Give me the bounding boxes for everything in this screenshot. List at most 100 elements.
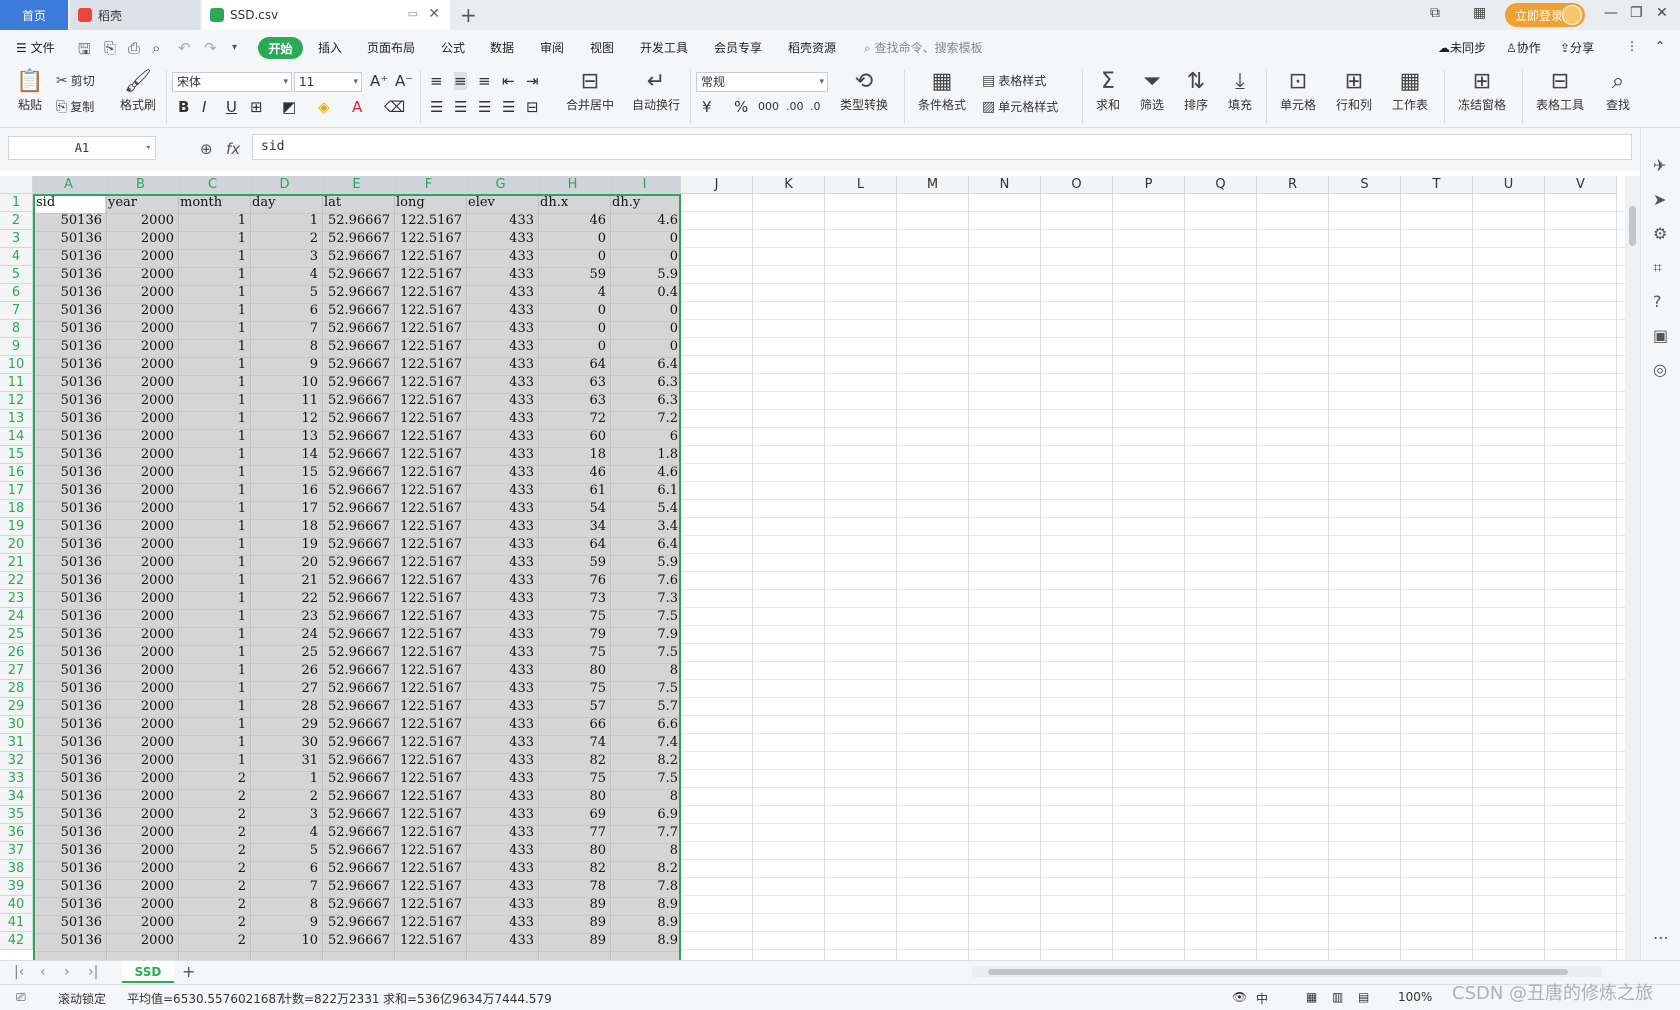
- data-cell[interactable]: 122.5167: [393, 842, 465, 860]
- more-icon[interactable]: ⋮: [1626, 39, 1638, 53]
- data-cell[interactable]: 50136: [33, 788, 105, 806]
- data-cell[interactable]: 52.96667: [321, 788, 393, 806]
- data-cell[interactable]: 122.5167: [393, 752, 465, 770]
- data-cell[interactable]: 2: [249, 788, 321, 806]
- crop-icon[interactable]: ⌗: [1653, 258, 1662, 278]
- data-cell[interactable]: 433: [465, 914, 537, 932]
- data-cell[interactable]: 6.3: [609, 374, 681, 392]
- indent-decrease-icon[interactable]: ⇤: [502, 72, 515, 90]
- hscroll-thumb[interactable]: [988, 969, 1568, 975]
- data-cell[interactable]: 8: [249, 896, 321, 914]
- menu-data[interactable]: 数据: [490, 39, 514, 56]
- row-header[interactable]: 24: [0, 608, 33, 626]
- data-cell[interactable]: 1: [177, 464, 249, 482]
- data-cell[interactable]: 30: [249, 734, 321, 752]
- data-cell[interactable]: 2000: [105, 914, 177, 932]
- data-cell[interactable]: 66: [537, 716, 609, 734]
- data-cell[interactable]: 18: [537, 446, 609, 464]
- data-cell[interactable]: 52.96667: [321, 248, 393, 266]
- indent-increase-icon[interactable]: ⇥: [526, 72, 539, 90]
- scroll-thumb[interactable]: [1629, 206, 1636, 246]
- data-cell[interactable]: 2000: [105, 518, 177, 536]
- data-cell[interactable]: 73: [537, 590, 609, 608]
- data-cell[interactable]: 50136: [33, 590, 105, 608]
- sum-button[interactable]: Σ 求和: [1090, 68, 1126, 113]
- data-cell[interactable]: 122.5167: [393, 410, 465, 428]
- data-cell[interactable]: 122.5167: [393, 500, 465, 518]
- justify-icon[interactable]: ☰: [502, 98, 515, 116]
- data-cell[interactable]: 2: [177, 788, 249, 806]
- cut-button[interactable]: ✂ 剪切: [56, 72, 95, 89]
- rows-cols-button[interactable]: ⊞ 行和列: [1330, 68, 1378, 113]
- data-cell[interactable]: 52.96667: [321, 842, 393, 860]
- data-cell[interactable]: 52.96667: [321, 878, 393, 896]
- zoom-formula-icon[interactable]: ⊕: [200, 140, 213, 158]
- data-cell[interactable]: 82: [537, 752, 609, 770]
- data-cell[interactable]: 89: [537, 896, 609, 914]
- menu-file[interactable]: ☰ 文件: [16, 39, 55, 56]
- data-cell[interactable]: 1: [177, 212, 249, 230]
- data-cell[interactable]: 50136: [33, 734, 105, 752]
- header-cell[interactable]: year: [105, 194, 177, 212]
- data-cell[interactable]: 15: [249, 464, 321, 482]
- data-cell[interactable]: 122.5167: [393, 878, 465, 896]
- data-cell[interactable]: 8: [609, 662, 681, 680]
- macro-icon[interactable]: ⎚: [16, 990, 26, 1005]
- data-cell[interactable]: 7.5: [609, 770, 681, 788]
- data-cell[interactable]: 54: [537, 500, 609, 518]
- data-cell[interactable]: 50136: [33, 626, 105, 644]
- data-cell[interactable]: 12: [249, 410, 321, 428]
- data-cell[interactable]: 122.5167: [393, 446, 465, 464]
- row-header[interactable]: 16: [0, 464, 33, 482]
- column-header[interactable]: J: [681, 176, 753, 194]
- merge-center-button[interactable]: ⊟ 合并居中: [560, 68, 620, 113]
- data-cell[interactable]: 2000: [105, 266, 177, 284]
- column-header[interactable]: C: [177, 176, 249, 194]
- apps-grid-icon[interactable]: ▦: [1473, 5, 1486, 21]
- data-cell[interactable]: 2: [177, 932, 249, 950]
- number-format-select[interactable]: 常规 ▾: [696, 72, 828, 92]
- data-cell[interactable]: 80: [537, 788, 609, 806]
- data-cell[interactable]: 59: [537, 266, 609, 284]
- data-cell[interactable]: 52.96667: [321, 644, 393, 662]
- data-cell[interactable]: 50136: [33, 554, 105, 572]
- data-cell[interactable]: 1: [177, 374, 249, 392]
- data-cell[interactable]: 2: [177, 806, 249, 824]
- row-header[interactable]: 5: [0, 266, 33, 284]
- align-bottom-icon[interactable]: ≡: [478, 72, 491, 90]
- export-icon[interactable]: ⎘: [104, 39, 116, 57]
- close-window-icon[interactable]: ✕: [1656, 5, 1668, 21]
- data-cell[interactable]: 122.5167: [393, 608, 465, 626]
- data-cell[interactable]: 122.5167: [393, 626, 465, 644]
- data-cell[interactable]: 19: [249, 536, 321, 554]
- data-cell[interactable]: 1: [177, 554, 249, 572]
- print-icon[interactable]: ⎙: [128, 39, 140, 57]
- row-header[interactable]: 38: [0, 860, 33, 878]
- data-cell[interactable]: 2000: [105, 500, 177, 518]
- data-cell[interactable]: 50136: [33, 500, 105, 518]
- spreadsheet-grid[interactable]: ABCDEFGHIJKLMNOPQRSTUV 1 2 3 4 5 6 7 8 9 10 11 12 13…: [0, 176, 1625, 960]
- header-cell[interactable]: lat: [321, 194, 393, 212]
- location-icon[interactable]: ◎: [1653, 360, 1667, 379]
- data-cell[interactable]: 52.96667: [321, 392, 393, 410]
- data-cell[interactable]: 50136: [33, 338, 105, 356]
- tab-home[interactable]: 首页: [0, 0, 68, 30]
- sync-button[interactable]: ☁未同步: [1438, 39, 1486, 56]
- collapse-ribbon-icon[interactable]: ⌃: [1655, 39, 1665, 53]
- data-cell[interactable]: 2000: [105, 482, 177, 500]
- percent-icon[interactable]: %: [734, 98, 748, 116]
- data-cell[interactable]: 433: [465, 230, 537, 248]
- data-cell[interactable]: 52.96667: [321, 410, 393, 428]
- row-header[interactable]: 23: [0, 590, 33, 608]
- data-cell[interactable]: 69: [537, 806, 609, 824]
- row-header[interactable]: 27: [0, 662, 33, 680]
- data-cell[interactable]: 433: [465, 392, 537, 410]
- row-header[interactable]: 34: [0, 788, 33, 806]
- data-cell[interactable]: 433: [465, 608, 537, 626]
- increase-font-icon[interactable]: A⁺: [370, 72, 388, 90]
- data-cell[interactable]: 2000: [105, 230, 177, 248]
- data-cell[interactable]: 21: [249, 572, 321, 590]
- data-cell[interactable]: 52.96667: [321, 284, 393, 302]
- data-cell[interactable]: 0: [537, 230, 609, 248]
- data-cell[interactable]: 7.4: [609, 734, 681, 752]
